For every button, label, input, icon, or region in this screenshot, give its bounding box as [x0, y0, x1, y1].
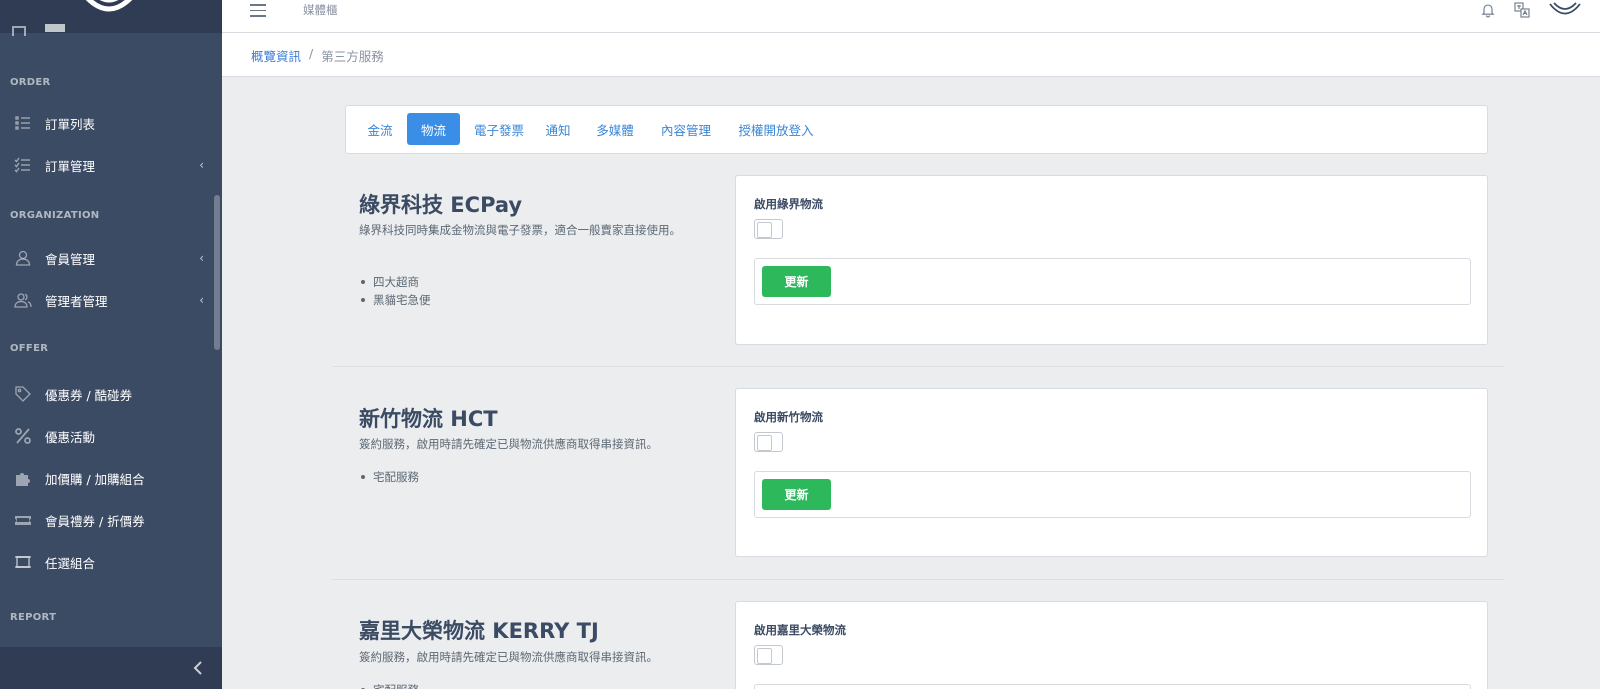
sidebar-item-partial-label	[45, 24, 65, 32]
hamburger-menu-icon[interactable]	[250, 4, 266, 18]
chevron-left-icon	[193, 661, 202, 675]
sidebar-item-label: 優惠活動	[45, 429, 96, 445]
update-button[interactable]: 更新	[762, 479, 831, 510]
toggle-label: 啟用綠界物流	[754, 197, 823, 211]
list-item: 宅配服務	[359, 681, 419, 689]
sidebar-item-addons[interactable]: 加價購 / 加購組合	[0, 457, 214, 499]
enable-hct-toggle[interactable]	[754, 432, 783, 452]
section-divider	[332, 579, 1504, 580]
sidebar-item-partial[interactable]	[12, 22, 202, 36]
button-container	[754, 684, 1471, 689]
nav-title-offer: OFFER	[10, 343, 49, 354]
sidebar-item-label: 優惠券 / 酷碰券	[45, 387, 133, 403]
sidebar-scrollbar[interactable]	[214, 195, 220, 350]
list-item: 宅配服務	[359, 468, 419, 486]
translate-icon[interactable]	[1514, 2, 1530, 18]
logistics-section-ecpay: 綠界科技 ECPay 綠界科技同時集成金物流與電子發票，適合一般賣家直接使用。 …	[345, 175, 1488, 345]
sidebar-item-promotions[interactable]: 優惠活動	[0, 415, 214, 457]
list-icon	[0, 114, 45, 132]
breadcrumb-separator: /	[309, 46, 314, 61]
tab-notification[interactable]: 通知	[537, 113, 579, 145]
section-description: 簽約服務，啟用時請先確定已與物流供應商取得串接資訊。	[359, 437, 658, 451]
chevron-left-icon: ‹	[199, 251, 204, 265]
task-list-icon	[0, 156, 45, 174]
breadcrumb-current: 第三方服務	[321, 49, 384, 64]
button-container: 更新	[754, 471, 1471, 518]
tab-logistics[interactable]: 物流	[407, 113, 460, 145]
brand-logo[interactable]	[1548, 1, 1582, 19]
sidebar-item-label: 管理者管理	[45, 293, 108, 309]
section-title: 綠界科技 ECPay	[359, 193, 523, 217]
sidebar-item-label: 任選組合	[45, 555, 96, 571]
tab-oauth-login[interactable]: 授權開放登入	[728, 113, 824, 145]
settings-card: 啟用嘉里大榮物流	[735, 601, 1488, 689]
people-icon	[0, 291, 45, 309]
breadcrumb-home-link[interactable]: 概覽資訊	[251, 46, 301, 65]
tab-multimedia[interactable]: 多媒體	[587, 113, 643, 145]
chevron-left-icon: ‹	[199, 293, 204, 307]
logistics-section-kerry: 嘉里大榮物流 KERRY TJ 簽約服務，啟用時請先確定已與物流供應商取得串接資…	[345, 601, 1488, 689]
list-item: 四大超商	[359, 273, 431, 291]
top-header: 媒體櫃	[222, 0, 1600, 33]
tab-content-management[interactable]: 內容管理	[650, 113, 722, 145]
nav-title-report: REPORT	[10, 612, 57, 623]
puzzle-icon	[0, 469, 45, 487]
update-button[interactable]: 更新	[762, 266, 831, 297]
user-icon	[0, 249, 45, 267]
settings-card: 啟用綠界物流 更新	[735, 175, 1488, 345]
section-description: 綠界科技同時集成金物流與電子發票，適合一般賣家直接使用。	[359, 223, 681, 237]
service-tabs: 金流 物流 電子發票 通知 多媒體 內容管理 授權開放登入	[345, 105, 1488, 154]
chevron-left-icon: ‹	[199, 158, 204, 172]
sidebar-item-label: 訂單管理	[45, 158, 96, 174]
section-description: 簽約服務，啟用時請先確定已與物流供應商取得串接資訊。	[359, 650, 658, 664]
settings-card: 啟用新竹物流 更新	[735, 388, 1488, 557]
toggle-label: 啟用嘉里大榮物流	[754, 623, 846, 637]
list-item: 黑貓宅急便	[359, 291, 431, 309]
frame-icon	[0, 553, 45, 571]
ticket-icon	[0, 511, 45, 529]
sidebar-item-label: 訂單列表	[45, 116, 96, 132]
sidebar-item-order-management[interactable]: 訂單管理 ‹	[0, 144, 214, 186]
sidebar-item-coupons[interactable]: 優惠券 / 酷碰券	[0, 373, 214, 415]
sidebar-minimizer[interactable]	[0, 647, 222, 689]
sidebar-item-label: 會員禮券 / 折價券	[45, 513, 145, 529]
dashboard-icon	[12, 26, 26, 36]
tag-icon	[0, 385, 45, 403]
sidebar: ORDER 訂單列表 訂單管理 ‹ ORGANIZATION 會員管理 ‹ 管理…	[0, 0, 222, 689]
nav-title-organization: ORGANIZATION	[10, 210, 100, 221]
feature-list: 宅配服務	[359, 468, 419, 486]
section-divider	[332, 366, 1504, 367]
enable-ecpay-toggle[interactable]	[754, 219, 783, 239]
bell-icon[interactable]	[1480, 2, 1496, 18]
tab-payment[interactable]: 金流	[360, 113, 400, 145]
percent-icon	[0, 427, 45, 445]
toggle-label: 啟用新竹物流	[754, 410, 823, 424]
sidebar-item-bundles[interactable]: 任選組合	[0, 541, 214, 583]
feature-list: 宅配服務	[359, 681, 419, 689]
logistics-section-hct: 新竹物流 HCT 簽約服務，啟用時請先確定已與物流供應商取得串接資訊。 宅配服務…	[345, 388, 1488, 558]
sidebar-item-members[interactable]: 會員管理 ‹	[0, 237, 214, 279]
button-container: 更新	[754, 258, 1471, 305]
breadcrumb: 概覽資訊 / 第三方服務	[251, 46, 384, 65]
header-nav-link[interactable]: 媒體櫃	[303, 2, 338, 18]
sidebar-item-order-list[interactable]: 訂單列表	[0, 102, 214, 144]
sidebar-item-admins[interactable]: 管理者管理 ‹	[0, 279, 214, 321]
section-title: 嘉里大榮物流 KERRY TJ	[359, 619, 599, 643]
nav-title-order: ORDER	[10, 77, 51, 88]
sidebar-item-gift-vouchers[interactable]: 會員禮券 / 折價券	[0, 499, 214, 541]
subheader: 概覽資訊 / 第三方服務	[222, 33, 1600, 77]
feature-list: 四大超商 黑貓宅急便	[359, 273, 431, 309]
sidebar-item-label: 會員管理	[45, 251, 96, 267]
sidebar-item-label: 加價購 / 加購組合	[45, 471, 145, 487]
tab-e-invoice[interactable]: 電子發票	[466, 113, 532, 145]
section-title: 新竹物流 HCT	[359, 407, 498, 431]
brand-logo[interactable]	[76, 0, 142, 24]
enable-kerry-toggle[interactable]	[754, 645, 783, 665]
